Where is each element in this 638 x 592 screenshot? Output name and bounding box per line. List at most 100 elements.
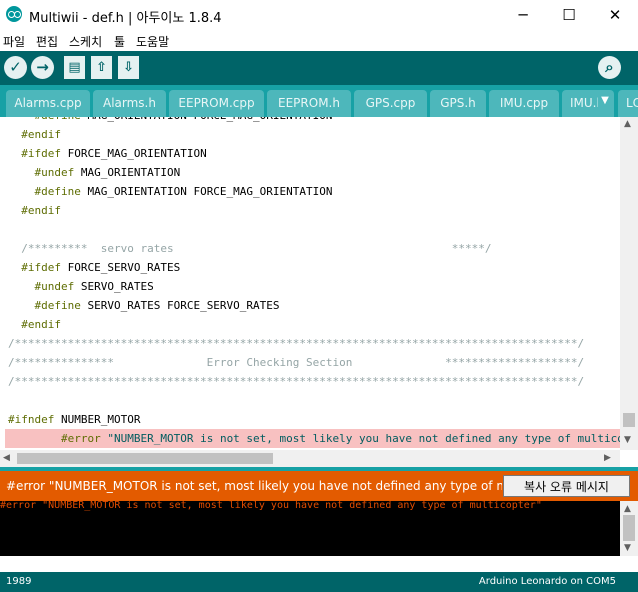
code-token: "NUMBER_MOTOR is not set, most likely yo…: [100, 432, 620, 445]
code-token: SERVO_RATES: [74, 280, 154, 293]
maximize-button[interactable]: ☐: [546, 0, 592, 30]
tab-menu-icon[interactable]: ▼: [598, 91, 612, 111]
window-title: Multiwii - def.h | 아두이노 1.8.4: [29, 11, 222, 26]
console-scroll-thumb[interactable]: [623, 515, 635, 541]
tab-eeprom-cpp[interactable]: EEPROM.cpp: [169, 90, 264, 117]
code-line: #endif: [8, 201, 61, 220]
tab-imu-cpp[interactable]: IMU.cpp: [489, 90, 559, 117]
tab-gps-cpp[interactable]: GPS.cpp: [354, 90, 427, 117]
editor-hscroll-thumb[interactable]: [17, 453, 273, 464]
tab-gps-h[interactable]: GPS.h: [430, 90, 486, 117]
title-bar: Multiwii - def.h | 아두이노 1.8.4 ─ ☐ ✕: [0, 0, 638, 30]
board-port-status: Arduino Leonardo on COM5: [478, 576, 616, 587]
code-token: #define: [34, 185, 81, 198]
code-token: #define: [35, 117, 81, 122]
editor-horizontal-scrollbar[interactable]: ◀ ▶: [0, 450, 620, 467]
error-bar: #error "NUMBER_MOTOR is not set, most li…: [0, 471, 638, 501]
console-text: #error "NUMBER_MOTOR is not set, most li…: [0, 501, 542, 511]
code-token: #ifndef: [8, 413, 55, 426]
code-token: /********* servo rates *****/: [8, 242, 492, 255]
tab-lcd[interactable]: LCD: [618, 90, 638, 117]
scroll-left-icon[interactable]: ◀: [3, 453, 10, 463]
copy-error-button[interactable]: 복사 오류 메시지: [503, 475, 630, 497]
tab-eeprom-h[interactable]: EEPROM.h: [267, 90, 351, 117]
upload-icon[interactable]: →: [31, 56, 54, 79]
code-line: #define SERVO_RATES FORCE_SERVO_RATES: [8, 296, 280, 315]
scroll-right-icon[interactable]: ▶: [604, 453, 611, 463]
code-token: #ifdef: [21, 261, 61, 274]
menu-sketch[interactable]: 스케치: [69, 33, 102, 50]
scroll-down-icon[interactable]: ▼: [624, 435, 631, 445]
code-token: #endif: [21, 204, 61, 217]
menu-edit[interactable]: 편집: [36, 33, 58, 50]
code-token: SERVO_RATES FORCE_SERVO_RATES: [80, 299, 280, 312]
code-line: #undef SERVO_RATES: [8, 277, 154, 296]
save-sketch-icon[interactable]: ⇩: [118, 56, 139, 79]
serial-monitor-icon[interactable]: ⌕: [598, 56, 621, 79]
line-number: 1989: [6, 576, 32, 587]
code-editor[interactable]: #define MAG_ORIENTATION FORCE_MAG_ORIENT…: [0, 117, 620, 450]
status-bar: 1989 Arduino Leonardo on COM5: [0, 572, 638, 592]
code-token: #endif: [21, 318, 61, 331]
code-token: #error: [60, 432, 101, 445]
code-token: /*************** Error Checking Section …: [8, 356, 585, 369]
code-line: /***************************************…: [8, 334, 584, 353]
code-line: #define MAG_ORIENTATION FORCE_MAG_ORIENT…: [8, 182, 333, 201]
open-sketch-icon[interactable]: ⇧: [91, 56, 112, 79]
console-scroll-down-icon[interactable]: ▼: [624, 543, 631, 553]
code-line: #undef MAG_ORIENTATION: [8, 163, 181, 182]
tab-alarms-h[interactable]: Alarms.h: [93, 90, 166, 117]
code-token: #endif: [21, 128, 61, 141]
new-sketch-icon[interactable]: ▤: [64, 56, 85, 79]
minimize-button[interactable]: ─: [500, 0, 546, 30]
code-line: #ifdef FORCE_MAG_ORIENTATION: [8, 144, 207, 163]
code-token: /***************************************…: [8, 375, 585, 388]
code-line: #ifndef NUMBER_MOTOR: [8, 410, 140, 429]
code-line: #define MAG_ORIENTATION FORCE_MAG_ORIENT…: [8, 117, 333, 125]
code-token: #ifdef: [21, 147, 61, 160]
console-output[interactable]: #error "NUMBER_MOTOR is not set, most li…: [0, 501, 620, 556]
code-line: #error "NUMBER_MOTOR is not set, most li…: [8, 429, 620, 448]
editor-vscroll-thumb[interactable]: [623, 413, 635, 427]
code-token: NUMBER_MOTOR: [54, 413, 141, 426]
code-token: #undef: [34, 280, 75, 293]
menu-file[interactable]: 파일: [3, 33, 25, 50]
code-line: /********* servo rates *****/: [8, 239, 491, 258]
code-token: MAG_ORIENTATION FORCE_MAG_ORIENTATION: [81, 117, 332, 122]
code-line: #endif: [8, 315, 61, 334]
code-line: /***************************************…: [8, 372, 584, 391]
scroll-up-icon[interactable]: ▲: [624, 119, 631, 129]
code-line: #ifdef FORCE_SERVO_RATES: [8, 258, 180, 277]
code-line: #endif: [8, 125, 61, 144]
code-token: /***************************************…: [8, 337, 585, 350]
menu-tools[interactable]: 툴: [114, 33, 125, 50]
menu-bar: 파일 편집 스케치 툴 도움말: [0, 30, 638, 51]
verify-icon[interactable]: ✓: [4, 56, 27, 79]
code-token: #define: [34, 299, 81, 312]
tab-alarms-cpp[interactable]: Alarms.cpp: [6, 90, 90, 117]
console-scroll-up-icon[interactable]: ▲: [624, 504, 631, 514]
code-token: MAG_ORIENTATION FORCE_MAG_ORIENTATION: [80, 185, 333, 198]
code-token: FORCE_SERVO_RATES: [61, 261, 181, 274]
arduino-logo-icon: [6, 6, 22, 22]
menu-help[interactable]: 도움말: [136, 33, 169, 50]
code-token: FORCE_MAG_ORIENTATION: [61, 147, 207, 160]
code-token: MAG_ORIENTATION: [74, 166, 181, 179]
console-scrollbar[interactable]: ▲ ▼: [620, 501, 638, 556]
tab-bar: Alarms.cpp Alarms.h EEPROM.cpp EEPROM.h …: [0, 85, 638, 117]
close-button[interactable]: ✕: [592, 0, 638, 30]
toolbar: ✓ → ▤ ⇧ ⇩ ⌕: [0, 51, 638, 85]
editor-vertical-scrollbar[interactable]: ▲ ▼: [620, 117, 638, 450]
error-message: #error "NUMBER_MOTOR is not set, most li…: [6, 479, 502, 493]
